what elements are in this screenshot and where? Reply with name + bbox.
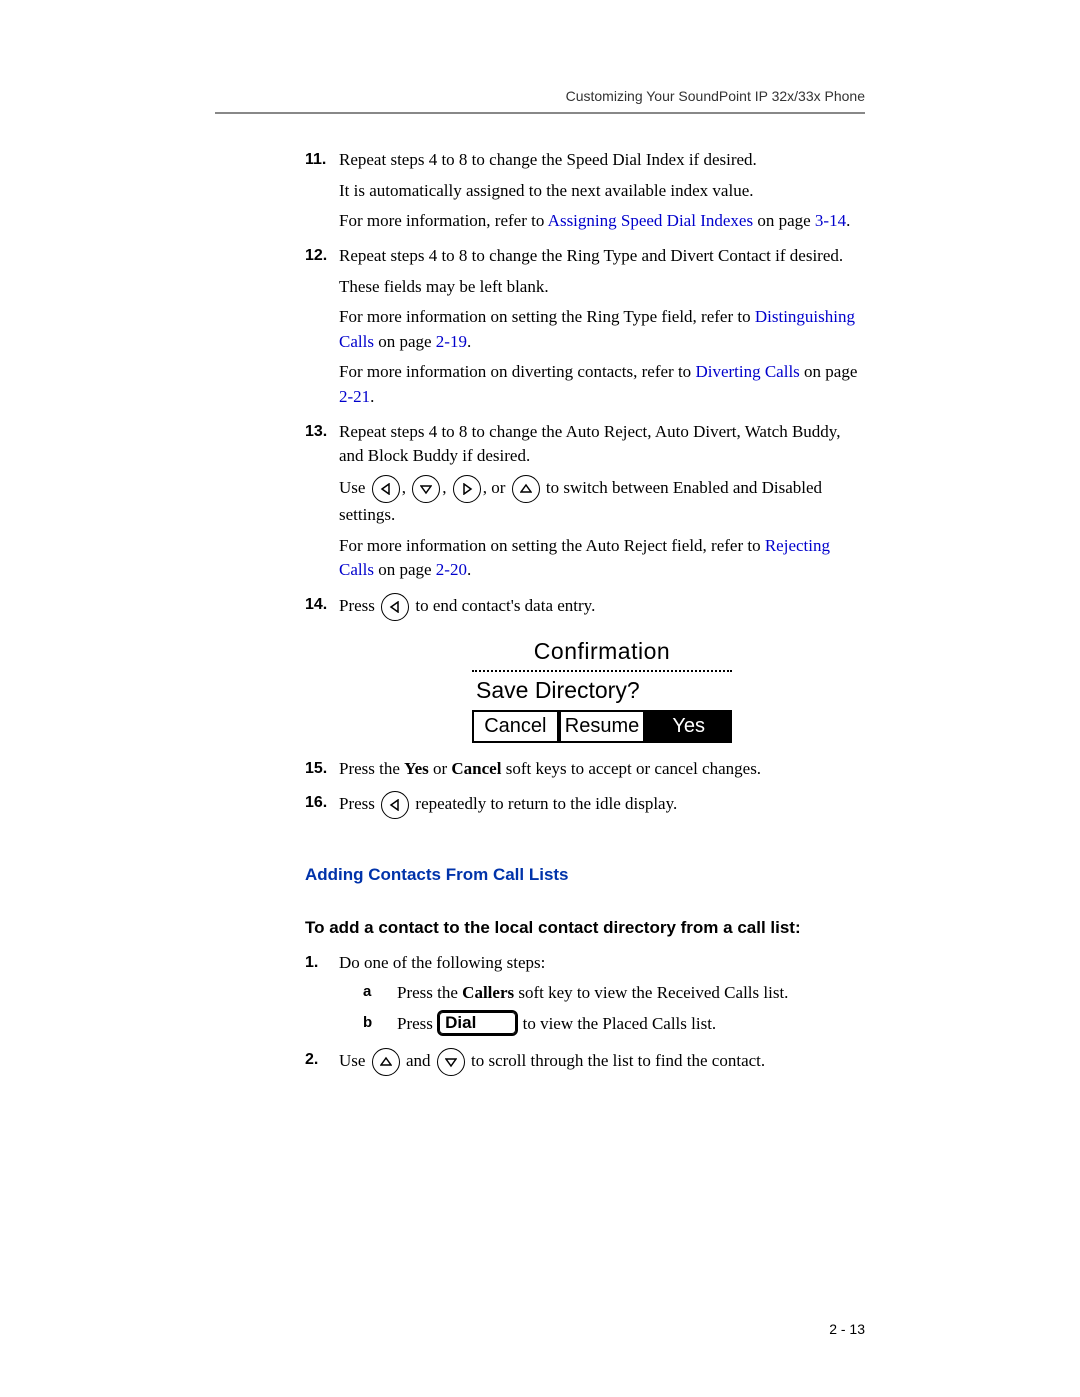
step-number: 14. <box>305 593 327 616</box>
paragraph: Press repeatedly to return to the idle d… <box>339 791 865 819</box>
step-16: 16. Press repeatedly to return to the id… <box>305 791 865 819</box>
step-number: 12. <box>305 244 327 267</box>
left-arrow-icon <box>381 791 409 819</box>
step-number: 1. <box>305 951 318 974</box>
substep-b: b Press Dial to view the Placed Calls li… <box>363 1012 865 1038</box>
softkey-name-callers: Callers <box>462 983 514 1002</box>
step-15: 15. Press the Yes or Cancel soft keys to… <box>305 757 865 782</box>
paragraph: Press the Yes or Cancel soft keys to acc… <box>339 757 865 782</box>
paragraph: Do one of the following steps: <box>339 951 865 976</box>
substep-letter: a <box>363 981 371 1003</box>
paragraph: Repeat steps 4 to 8 to change the Ring T… <box>339 244 865 269</box>
screen-softkeys: Cancel Resume Yes <box>472 710 732 743</box>
step-14: 14. Press to end contact's data entry. C… <box>305 593 865 743</box>
step-number: 13. <box>305 420 327 443</box>
down-arrow-icon <box>412 475 440 503</box>
up-arrow-icon <box>372 1048 400 1076</box>
link-page-3-14[interactable]: 3-14 <box>815 211 846 230</box>
paragraph: For more information, refer to Assigning… <box>339 209 865 234</box>
softkey-name-cancel: Cancel <box>451 759 501 778</box>
paragraph: Repeat steps 4 to 8 to change the Auto R… <box>339 420 865 469</box>
step-2: 2. Use and to scroll through the list to… <box>305 1048 865 1076</box>
header-rule <box>215 112 865 114</box>
page-number: 2 - 13 <box>829 1321 865 1337</box>
phone-screen-illustration: Confirmation Save Directory? Cancel Resu… <box>472 635 732 743</box>
paragraph: For more information on diverting contac… <box>339 360 865 409</box>
step-number: 15. <box>305 757 327 780</box>
screen-title: Confirmation <box>472 635 732 672</box>
softkey-resume: Resume <box>559 710 646 743</box>
softkey-name-yes: Yes <box>404 759 429 778</box>
link-assigning-speed-dial[interactable]: Assigning Speed Dial Indexes <box>548 211 753 230</box>
step-11: 11. Repeat steps 4 to 8 to change the Sp… <box>305 148 865 234</box>
substep-a: a Press the Callers soft key to view the… <box>363 981 865 1006</box>
right-arrow-icon <box>453 475 481 503</box>
paragraph: For more information on setting the Auto… <box>339 534 865 583</box>
link-page-2-20[interactable]: 2-20 <box>436 560 467 579</box>
paragraph: Press to end contact's data entry. <box>339 593 865 621</box>
left-arrow-icon <box>372 475 400 503</box>
step-number: 11. <box>305 148 326 171</box>
body-content: 11. Repeat steps 4 to 8 to change the Sp… <box>215 148 865 1076</box>
paragraph: It is automatically assigned to the next… <box>339 179 865 204</box>
link-page-2-19[interactable]: 2-19 <box>436 332 467 351</box>
paragraph: For more information on setting the Ring… <box>339 305 865 354</box>
left-arrow-icon <box>381 593 409 621</box>
link-diverting-calls[interactable]: Diverting Calls <box>695 362 799 381</box>
procedure-heading: To add a contact to the local contact di… <box>305 916 865 941</box>
substep-letter: b <box>363 1012 372 1034</box>
running-header: Customizing Your SoundPoint IP 32x/33x P… <box>215 88 865 104</box>
paragraph: Use and to scroll through the list to fi… <box>339 1048 865 1076</box>
step-12: 12. Repeat steps 4 to 8 to change the Ri… <box>305 244 865 410</box>
paragraph: Repeat steps 4 to 8 to change the Speed … <box>339 148 865 173</box>
softkey-yes: Yes <box>645 710 732 743</box>
step-1: 1. Do one of the following steps: a Pres… <box>305 951 865 1038</box>
section-heading: Adding Contacts From Call Lists <box>305 863 865 888</box>
step-13: 13. Repeat steps 4 to 8 to change the Au… <box>305 420 865 583</box>
link-page-2-21[interactable]: 2-21 <box>339 387 370 406</box>
paragraph: Use , , , or to switch between Enabled a… <box>339 475 865 528</box>
down-arrow-icon <box>437 1048 465 1076</box>
up-arrow-icon <box>512 475 540 503</box>
step-number: 2. <box>305 1048 318 1071</box>
step-number: 16. <box>305 791 327 814</box>
softkey-cancel: Cancel <box>472 710 559 743</box>
dial-key-icon: Dial <box>437 1010 518 1036</box>
screen-prompt: Save Directory? <box>472 672 732 709</box>
paragraph: These fields may be left blank. <box>339 275 865 300</box>
